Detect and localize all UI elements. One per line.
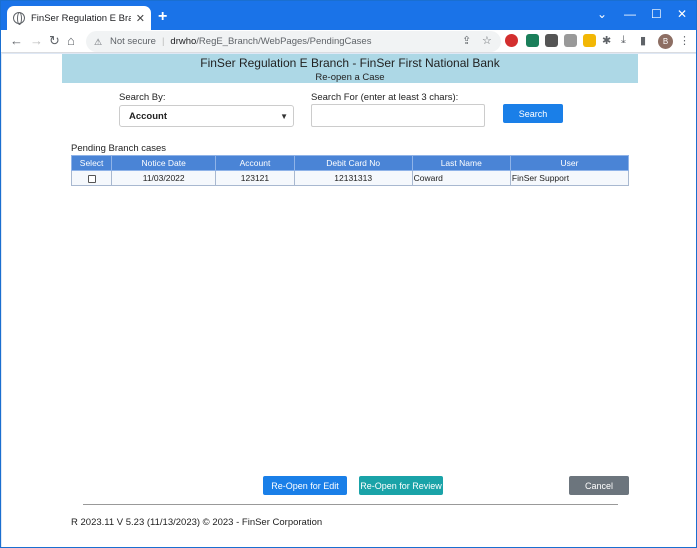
url-host: drwho (170, 36, 197, 47)
table-header-row: Select Notice Date Account Debit Card No… (70, 155, 630, 171)
avatar[interactable]: B (658, 34, 673, 49)
tab-title: FinSer Regulation E Branch Mod (31, 12, 131, 24)
search-by-value: Account (129, 110, 167, 122)
cell-debit-card: 12131313 (293, 170, 413, 186)
home-icon[interactable]: ⌂ (67, 33, 75, 48)
cases-table: Select Notice Date Account Debit Card No… (70, 155, 630, 186)
footer-text: R 2023.11 V 5.23 (11/13/2023) © 2023 - F… (71, 517, 323, 528)
page-banner: FinSer Regulation E Branch - FinSer Firs… (62, 54, 638, 83)
minimize-icon[interactable]: — (624, 7, 636, 21)
chevron-down-icon: ▼ (280, 112, 288, 121)
cell-notice-date: 11/03/2022 (111, 170, 217, 186)
warning-icon: ⚠ (94, 36, 103, 47)
security-label: Not secure (110, 36, 156, 47)
row-select-cell (70, 170, 113, 186)
extension-yellow-icon[interactable] (583, 34, 596, 47)
menu-icon[interactable]: ⋮ (679, 34, 690, 47)
page-title: FinSer Regulation E Branch - FinSer Firs… (200, 56, 500, 70)
address-bar[interactable]: ⚠ Not secure | drwho /RegE_Branch/WebPag… (86, 31, 501, 52)
header-last-name: Last Name (411, 155, 511, 171)
extension-red-icon[interactable] (505, 34, 518, 47)
page-subtitle: Re-open a Case (315, 72, 385, 83)
forward-icon[interactable]: → (30, 33, 43, 48)
cell-user: FinSer Support (509, 170, 630, 186)
extension-gray-icon[interactable] (564, 34, 577, 47)
share-icon[interactable]: ⇪ (462, 34, 471, 47)
puzzle-icon[interactable]: ✱ (602, 34, 611, 47)
reopen-edit-button[interactable]: Re-Open for Edit (263, 476, 347, 495)
header-debit-card: Debit Card No (293, 155, 413, 171)
search-input[interactable] (311, 104, 485, 127)
globe-icon (13, 12, 25, 25)
url-path: /RegE_Branch/WebPages/PendingCases (196, 36, 372, 47)
search-by-select[interactable]: Account ▼ (119, 105, 294, 127)
chevron-down-icon[interactable]: ⌄ (597, 7, 607, 21)
search-button[interactable]: Search (503, 104, 563, 123)
search-by-label: Search By: (119, 92, 166, 103)
tab-strip: FinSer Regulation E Branch Mod ✕ + ⌄ — ☐… (1, 1, 696, 30)
table-row: 11/03/2022 123121 12131313 Coward FinSer… (70, 170, 630, 186)
row-checkbox[interactable] (87, 174, 96, 183)
extension-dark-icon[interactable] (545, 34, 558, 47)
back-icon[interactable]: ← (10, 33, 23, 48)
reload-icon[interactable]: ↻ (49, 33, 60, 49)
browser-window: FinSer Regulation E Branch Mod ✕ + ⌄ — ☐… (0, 0, 697, 548)
cancel-button[interactable]: Cancel (569, 476, 629, 495)
header-notice-date: Notice Date (111, 155, 217, 171)
cell-last-name: Coward (411, 170, 511, 186)
browser-toolbar: ← → ↻ ⌂ ⚠ Not secure | drwho /RegE_Branc… (1, 30, 696, 53)
page-content: FinSer Regulation E Branch - FinSer Firs… (2, 54, 696, 547)
header-select: Select (70, 155, 113, 171)
cell-account: 123121 (215, 170, 295, 186)
star-icon[interactable]: ☆ (482, 34, 492, 47)
cases-title: Pending Branch cases (71, 143, 167, 154)
window-close-icon[interactable]: ✕ (677, 7, 687, 21)
search-for-label: Search For (enter at least 3 chars): (311, 92, 459, 103)
sidepanel-icon[interactable]: ▮ (640, 34, 646, 47)
reopen-review-button[interactable]: Re-Open for Review (359, 476, 443, 495)
extension-green-icon[interactable] (526, 34, 539, 47)
maximize-icon[interactable]: ☐ (651, 7, 662, 21)
browser-tab[interactable]: FinSer Regulation E Branch Mod ✕ (7, 6, 151, 30)
divider (83, 504, 618, 505)
header-account: Account (215, 155, 295, 171)
download-icon[interactable]: ⤓ (621, 34, 626, 47)
header-user: User (509, 155, 630, 171)
new-tab-icon[interactable]: + (158, 8, 167, 26)
close-icon[interactable]: ✕ (136, 12, 145, 25)
